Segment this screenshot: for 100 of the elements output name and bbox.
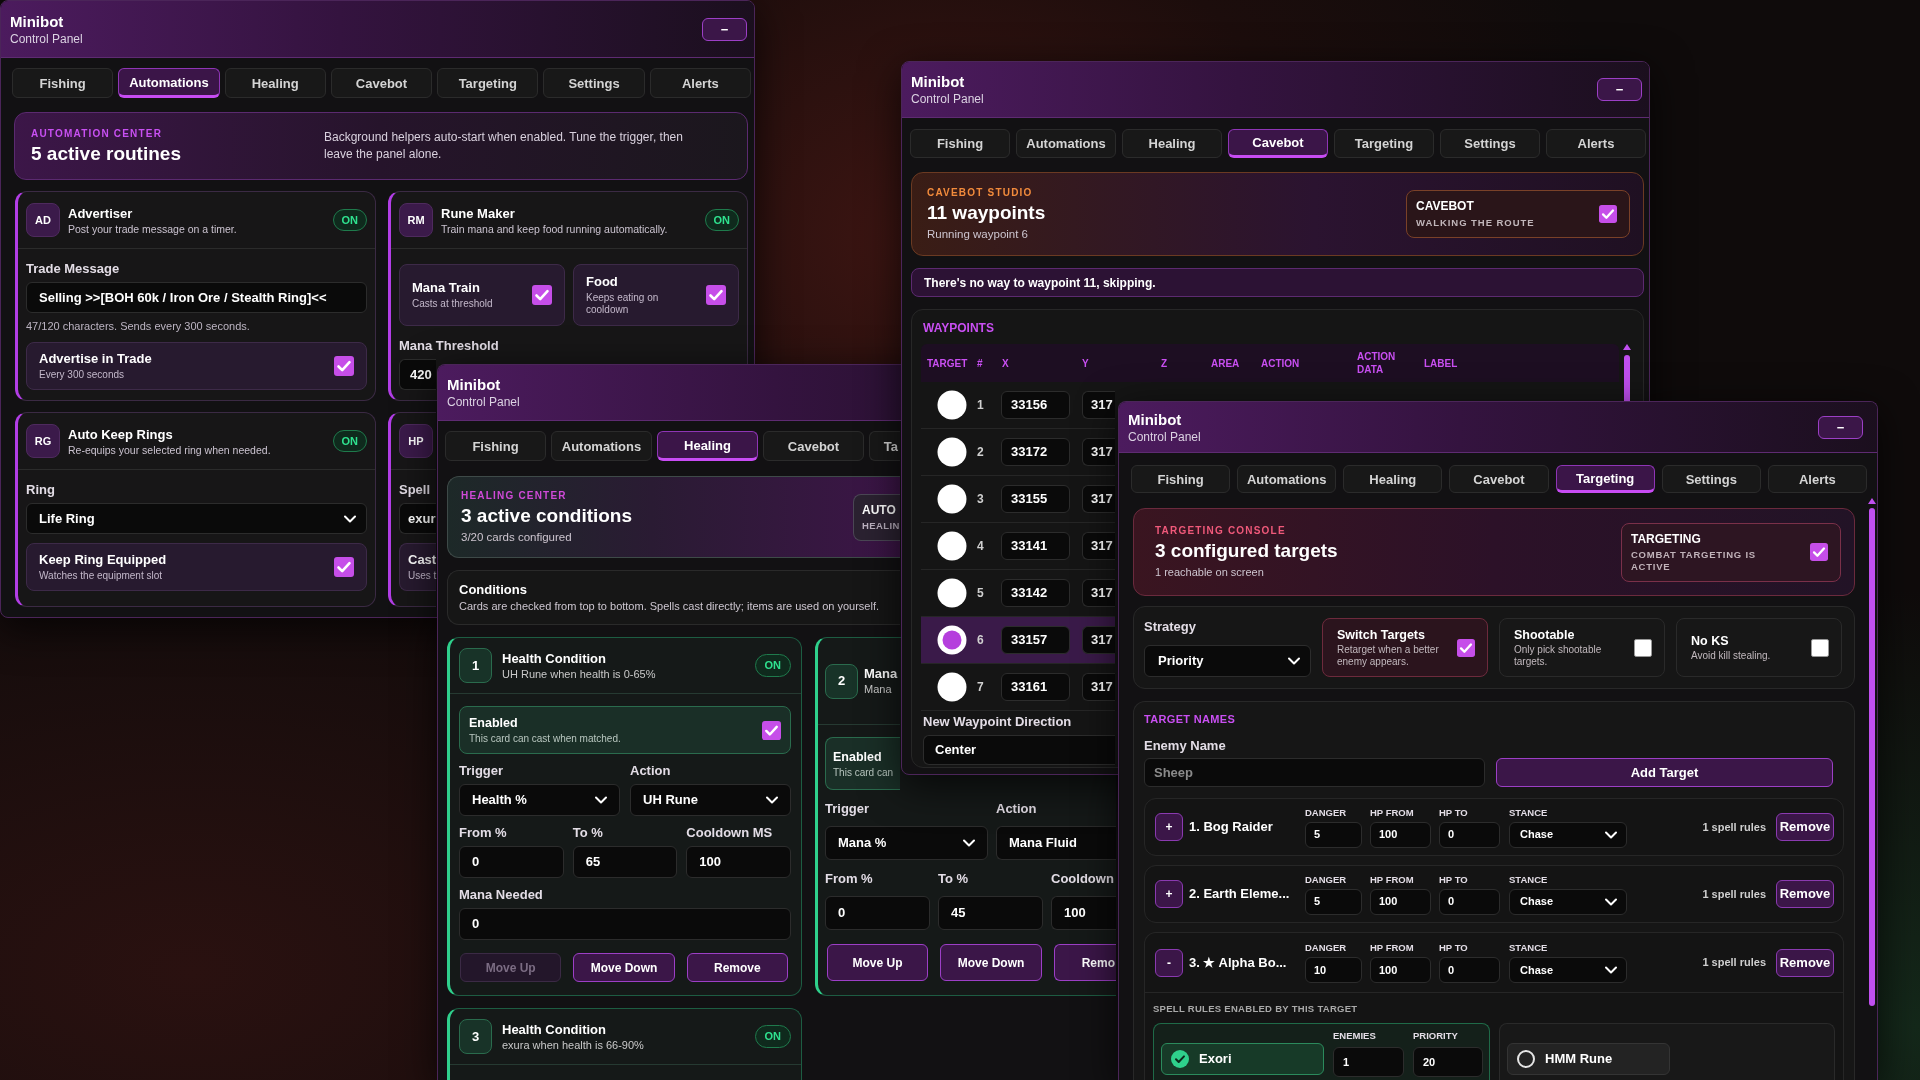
minimize-button[interactable]: − [702, 17, 747, 41]
select-field[interactable]: Mana % [825, 826, 988, 860]
tab[interactable]: Settings [1661, 465, 1761, 493]
text-field[interactable]: 1 [1333, 1047, 1404, 1077]
text-field[interactable]: 5 [1305, 888, 1362, 915]
coordinate-field[interactable]: 33142 [1001, 579, 1070, 607]
stance-select[interactable]: Chase [1509, 888, 1627, 915]
coordinate-field[interactable]: 33156 [1001, 391, 1070, 419]
coordinate-field[interactable]: 33161 [1001, 673, 1070, 701]
tab[interactable]: Ta [869, 431, 900, 461]
add-target-button[interactable]: Add Target [1496, 758, 1833, 787]
text-field[interactable]: 45 [938, 896, 1043, 930]
checkbox[interactable] [334, 557, 354, 577]
select-field[interactable]: Mana Fluid [996, 826, 1116, 860]
spell-chip[interactable]: HMM Rune [1507, 1043, 1670, 1075]
checkbox[interactable] [1810, 543, 1828, 561]
radio-button[interactable] [937, 625, 967, 655]
tab[interactable]: Cavebot [1449, 465, 1549, 493]
checkbox[interactable] [762, 720, 781, 740]
tab[interactable]: Automations [551, 431, 652, 461]
tab[interactable]: Fishing [1131, 465, 1231, 493]
coordinate-field[interactable]: 33141 [1001, 532, 1070, 560]
tab[interactable]: Cavebot [330, 68, 433, 98]
radio-button[interactable] [937, 484, 967, 514]
tab[interactable]: Automations [118, 68, 220, 98]
action-button[interactable]: Remo [1054, 944, 1116, 981]
tab[interactable]: Targeting [1555, 465, 1655, 493]
coordinate-field[interactable]: 33157 [1001, 626, 1070, 654]
coordinate-field[interactable]: 317 [1082, 485, 1115, 513]
expand-button[interactable]: + [1155, 880, 1183, 908]
text-field[interactable]: 100 [1370, 888, 1431, 915]
text-field[interactable]: Selling >>[BOH 60k / Iron Ore / Stealth Ring]<< [26, 282, 367, 313]
tab[interactable]: Automations [1237, 465, 1337, 493]
scrollbar-thumb[interactable] [1624, 355, 1630, 401]
tab[interactable]: Automations [1016, 129, 1116, 158]
minimize-button[interactable]: − [1818, 415, 1863, 439]
coordinate-field[interactable]: 317 [1082, 532, 1115, 560]
text-field[interactable]: 0 [825, 896, 930, 930]
tab[interactable]: Cavebot [1228, 129, 1328, 158]
radio-button[interactable] [937, 672, 967, 702]
expand-button[interactable]: + [1155, 813, 1183, 841]
select-field[interactable]: UH Rune [630, 784, 791, 816]
coordinate-field[interactable]: 317 [1082, 579, 1115, 607]
action-button[interactable]: Remove [686, 953, 788, 982]
remove-button[interactable]: Remove [1776, 948, 1834, 977]
text-field[interactable]: exur [399, 503, 436, 534]
radio-button[interactable] [937, 390, 967, 420]
checkbox[interactable] [1457, 638, 1475, 657]
minimize-button[interactable]: − [1597, 78, 1642, 101]
radio-button[interactable] [937, 578, 967, 608]
text-field[interactable]: Sheep [1144, 758, 1485, 787]
checkbox[interactable] [1811, 638, 1829, 657]
tab[interactable]: Alerts [649, 68, 751, 98]
checkbox[interactable] [1634, 638, 1652, 657]
tab[interactable]: Healing [657, 431, 758, 461]
action-button[interactable]: Move Down [573, 953, 675, 982]
text-field[interactable]: 100 [1051, 896, 1116, 930]
tab[interactable]: Healing [224, 68, 326, 98]
text-field[interactable]: 20 [1413, 1047, 1483, 1077]
tab[interactable]: Fishing [445, 431, 546, 461]
text-field[interactable]: 0 [1439, 821, 1500, 848]
text-field[interactable]: Center [923, 735, 1115, 765]
tab[interactable]: Alerts [1546, 129, 1646, 158]
text-field[interactable]: 420 [399, 359, 436, 390]
checkbox[interactable] [334, 356, 354, 376]
text-field[interactable]: 100 [1370, 957, 1431, 983]
stance-select[interactable]: Chase [1509, 957, 1627, 983]
remove-button[interactable]: Remove [1776, 813, 1834, 841]
action-button[interactable]: Move Down [940, 944, 1042, 981]
coordinate-field[interactable]: 317 [1082, 673, 1115, 701]
tab[interactable]: Healing [1343, 465, 1443, 493]
checkbox[interactable] [532, 285, 552, 305]
expand-button[interactable]: - [1155, 948, 1183, 977]
checkbox[interactable] [1599, 205, 1617, 223]
coordinate-field[interactable]: 33172 [1001, 438, 1070, 466]
text-field[interactable]: 0 [459, 846, 564, 878]
radio-button[interactable] [937, 437, 967, 467]
coordinate-field[interactable]: 317 [1082, 438, 1115, 466]
text-field[interactable]: 100 [1370, 821, 1431, 848]
text-field[interactable]: 0 [1439, 888, 1500, 915]
scrollbar-thumb[interactable] [1869, 508, 1875, 1006]
tab[interactable]: Targeting [1334, 129, 1434, 158]
select-field[interactable]: Priority [1144, 644, 1311, 677]
tab[interactable]: Fishing [12, 68, 114, 98]
text-field[interactable]: 0 [1439, 957, 1500, 983]
waypoint-row[interactable]: 6 33157 317 [921, 617, 1115, 664]
text-field[interactable]: 100 [686, 846, 791, 878]
radio-button[interactable] [937, 531, 967, 561]
select-field[interactable]: Health % [459, 784, 620, 816]
text-field[interactable]: 10 [1305, 957, 1362, 983]
stance-select[interactable]: Chase [1509, 821, 1627, 848]
spell-chip[interactable]: Exori [1161, 1043, 1324, 1075]
tab[interactable]: Healing [1122, 129, 1222, 158]
text-field[interactable]: 65 [572, 846, 678, 878]
tab[interactable]: Fishing [910, 129, 1010, 158]
remove-button[interactable]: Remove [1776, 880, 1834, 908]
tab[interactable]: Settings [1440, 129, 1540, 158]
checkbox[interactable] [706, 285, 726, 305]
tab[interactable]: Targeting [437, 68, 539, 98]
select-field[interactable]: Life Ring [26, 503, 367, 534]
